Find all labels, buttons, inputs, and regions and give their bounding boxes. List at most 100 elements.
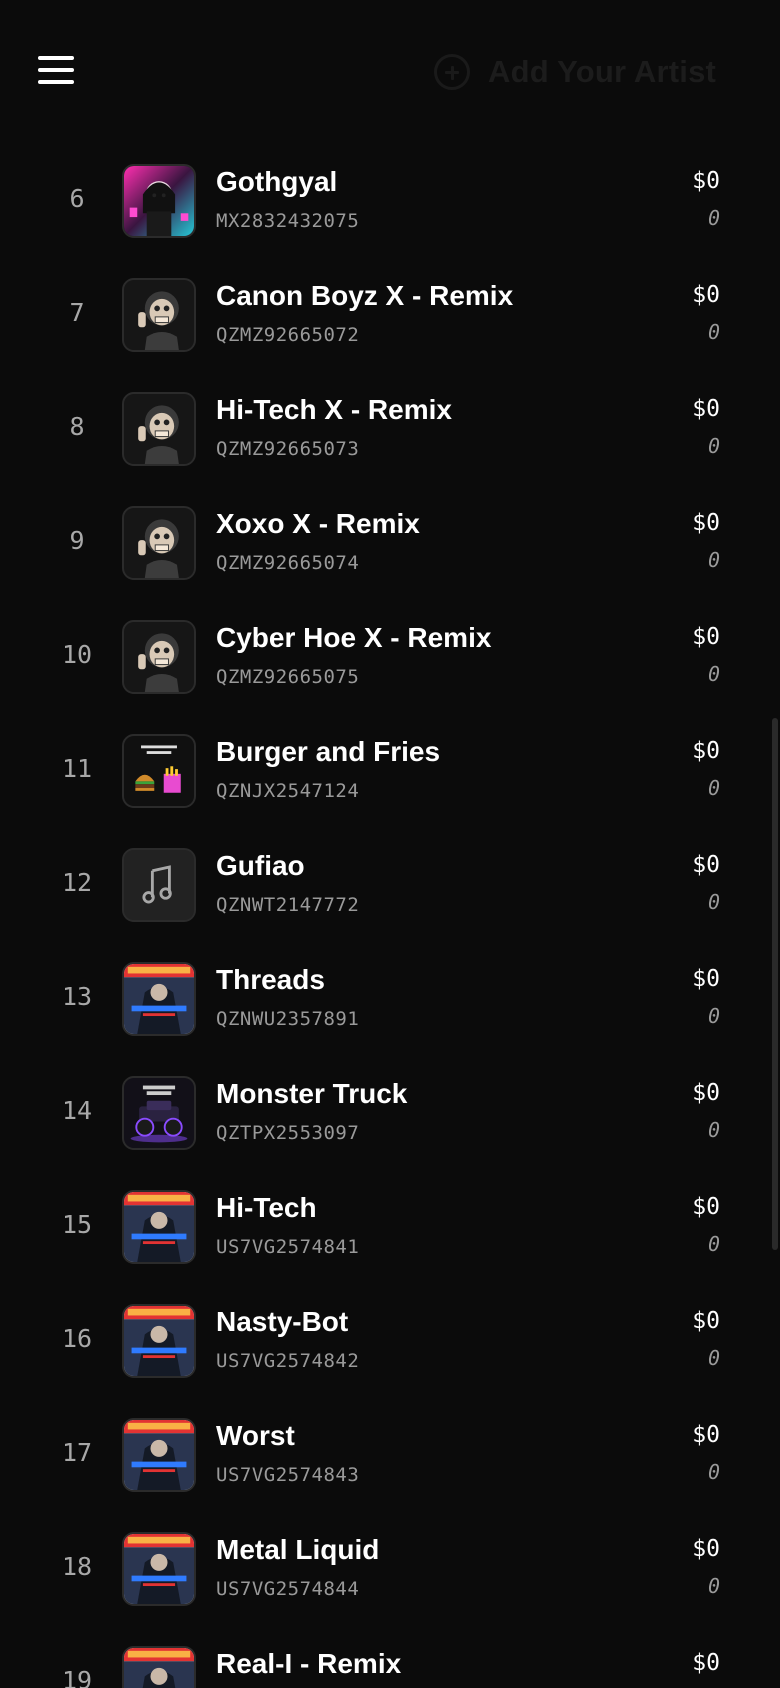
- hamburger-menu-icon[interactable]: [36, 54, 76, 86]
- track-row[interactable]: 14 Monster Truck QZTPX2553097 $0 0: [0, 1052, 780, 1166]
- track-earnings: $0: [692, 1422, 720, 1448]
- track-isrc-code: QZTPX2553097: [216, 1122, 360, 1144]
- track-stream-count: 0: [707, 434, 720, 458]
- track-title[interactable]: Metal Liquid: [216, 1534, 656, 1566]
- track-title[interactable]: Real-I - Remix: [216, 1648, 656, 1680]
- track-list: 6 Gothgyal MX2832432075 $0 0 7 Canon Boyz X - …: [0, 140, 780, 1688]
- track-earnings: $0: [692, 282, 720, 308]
- track-earnings: $0: [692, 1536, 720, 1562]
- track-rank: 15: [61, 1210, 93, 1239]
- track-isrc-code: US7VG2574841: [216, 1236, 360, 1258]
- track-title[interactable]: Cyber Hoe X - Remix: [216, 622, 656, 654]
- track-isrc-code: QZNWT2147772: [216, 894, 360, 916]
- album-art: [122, 164, 196, 238]
- album-art: [122, 506, 196, 580]
- track-title[interactable]: Burger and Fries: [216, 736, 656, 768]
- track-stream-count: 0: [707, 1346, 720, 1370]
- track-stream-count: 0: [707, 1004, 720, 1028]
- album-art: [122, 1646, 196, 1688]
- page: Add Your Artist 6 Gothgyal MX2832432075 $0 0…: [0, 0, 780, 1688]
- track-rank: 7: [69, 298, 85, 327]
- track-earnings: $0: [692, 624, 720, 650]
- track-title[interactable]: Canon Boyz X - Remix: [216, 280, 656, 312]
- track-row[interactable]: 13 Threads QZNWU2357891 $0 0: [0, 938, 780, 1052]
- track-rank: 6: [69, 184, 85, 213]
- track-row[interactable]: 12 Gufiao QZNWT2147772 $0 0: [0, 824, 780, 938]
- album-art: [122, 620, 196, 694]
- track-isrc-code: QZNWU2357891: [216, 1008, 360, 1030]
- track-row[interactable]: 6 Gothgyal MX2832432075 $0 0: [0, 140, 780, 254]
- track-title[interactable]: Threads: [216, 964, 656, 996]
- track-row[interactable]: 16 Nasty-Bot US7VG2574842 $0 0: [0, 1280, 780, 1394]
- track-earnings: $0: [692, 966, 720, 992]
- track-isrc-code: QZNJX2547124: [216, 780, 360, 802]
- track-rank: 16: [61, 1324, 93, 1353]
- track-earnings: $0: [692, 1308, 720, 1334]
- track-earnings: $0: [692, 1080, 720, 1106]
- track-stream-count: 0: [707, 320, 720, 344]
- track-row[interactable]: 15 Hi-Tech US7VG2574841 $0 0: [0, 1166, 780, 1280]
- track-stream-count: 0: [707, 890, 720, 914]
- album-art: [122, 392, 196, 466]
- track-stream-count: 0: [707, 662, 720, 686]
- track-isrc-code: US7VG2574843: [216, 1464, 360, 1486]
- track-title[interactable]: Nasty-Bot: [216, 1306, 656, 1338]
- track-isrc-code: QZMZ92665073: [216, 438, 360, 460]
- album-art: [122, 1304, 196, 1378]
- track-isrc-code: MX2832432075: [216, 210, 360, 232]
- track-rank: 11: [61, 754, 93, 783]
- track-stream-count: 0: [707, 206, 720, 230]
- track-row[interactable]: 8 Hi-Tech X - Remix QZMZ92665073 $0 0: [0, 368, 780, 482]
- track-title[interactable]: Xoxo X - Remix: [216, 508, 656, 540]
- add-artist-label: Add Your Artist: [488, 54, 717, 89]
- album-art: [122, 1190, 196, 1264]
- track-isrc-code: QZMZ92665075: [216, 666, 360, 688]
- track-row[interactable]: 18 Metal Liquid US7VG2574844 $0 0: [0, 1508, 780, 1622]
- track-isrc-code: QZMZ92665074: [216, 552, 360, 574]
- track-title[interactable]: Hi-Tech X - Remix: [216, 394, 656, 426]
- track-stream-count: 0: [707, 1232, 720, 1256]
- track-row[interactable]: 17 Worst US7VG2574843 $0 0: [0, 1394, 780, 1508]
- scrollbar[interactable]: [772, 718, 778, 1250]
- track-stream-count: 0: [707, 776, 720, 800]
- track-isrc-code: US7VG2574844: [216, 1578, 360, 1600]
- track-rank: 10: [61, 640, 93, 669]
- add-your-artist-button[interactable]: Add Your Artist: [434, 50, 716, 94]
- track-title[interactable]: Monster Truck: [216, 1078, 656, 1110]
- track-rank: 9: [69, 526, 85, 555]
- music-note-icon: [122, 848, 196, 922]
- track-earnings: $0: [692, 852, 720, 878]
- track-row[interactable]: 10 Cyber Hoe X - Remix QZMZ92665075 $0 0: [0, 596, 780, 710]
- track-stream-count: 0: [707, 548, 720, 572]
- track-title[interactable]: Gufiao: [216, 850, 656, 882]
- album-art: ​: [122, 734, 196, 808]
- track-isrc-code: QZMZ92665072: [216, 324, 360, 346]
- track-rank: 18: [61, 1552, 93, 1581]
- track-rank: 13: [61, 982, 93, 1011]
- album-art: [122, 1532, 196, 1606]
- track-title[interactable]: Worst: [216, 1420, 656, 1452]
- album-art: [122, 962, 196, 1036]
- track-title[interactable]: Gothgyal: [216, 166, 656, 198]
- track-rank: 12: [61, 868, 93, 897]
- track-row[interactable]: 9 Xoxo X - Remix QZMZ92665074 $0 0: [0, 482, 780, 596]
- album-art: [122, 1418, 196, 1492]
- album-art: [122, 1076, 196, 1150]
- track-earnings: $0: [692, 510, 720, 536]
- track-earnings: $0: [692, 1650, 720, 1676]
- album-art: [122, 278, 196, 352]
- track-row[interactable]: 7 Canon Boyz X - Remix QZMZ92665072 $0 0: [0, 254, 780, 368]
- top-bar: Add Your Artist: [0, 0, 780, 140]
- track-earnings: $0: [692, 1194, 720, 1220]
- track-rank: 17: [61, 1438, 93, 1467]
- track-title[interactable]: Hi-Tech: [216, 1192, 656, 1224]
- track-row[interactable]: 19 Real-I - Remix $0: [0, 1622, 780, 1688]
- track-earnings: $0: [692, 396, 720, 422]
- track-stream-count: 0: [707, 1460, 720, 1484]
- track-isrc-code: US7VG2574842: [216, 1350, 360, 1372]
- plus-circle-icon: [434, 54, 470, 90]
- track-stream-count: 0: [707, 1118, 720, 1142]
- track-stream-count: 0: [707, 1574, 720, 1598]
- track-row[interactable]: 11 ​ Burger and Fries QZNJX2547124 $0 0: [0, 710, 780, 824]
- track-rank: 8: [69, 412, 85, 441]
